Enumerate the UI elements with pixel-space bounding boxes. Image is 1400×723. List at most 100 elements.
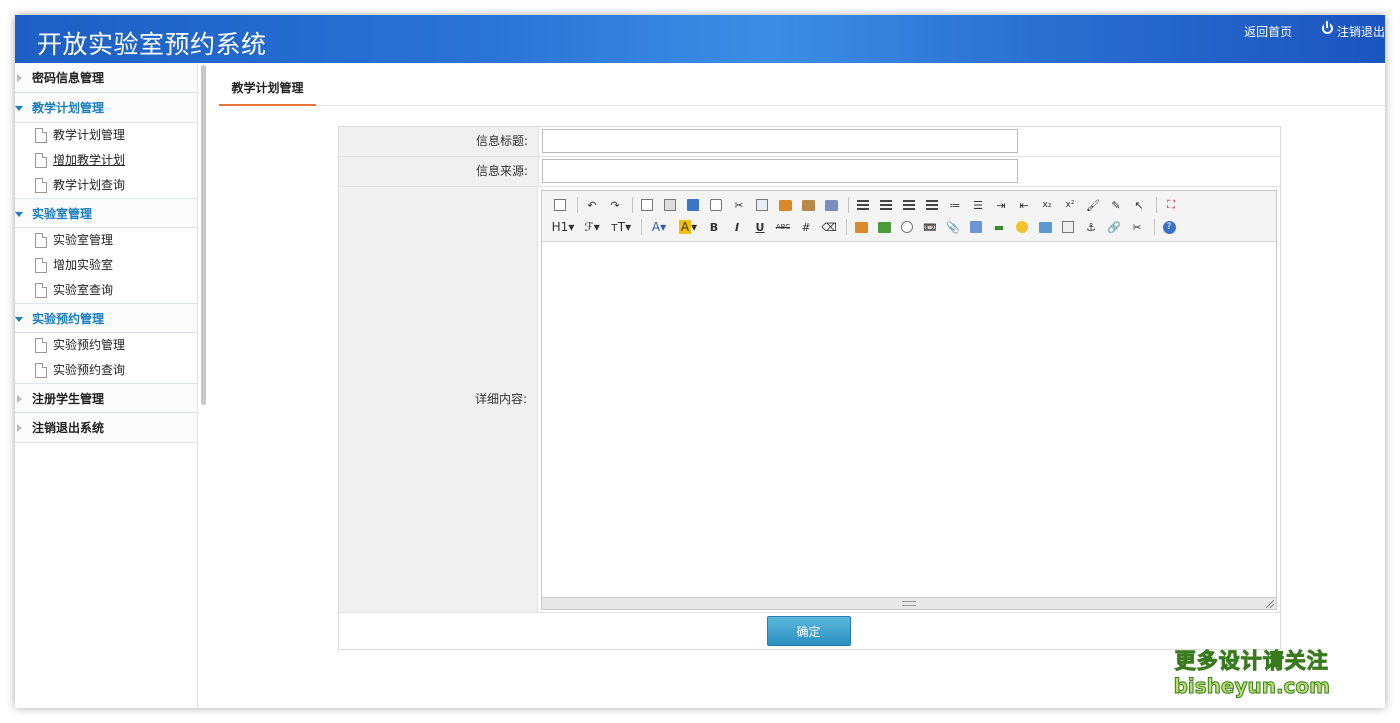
group-label: 教学计划管理 bbox=[32, 101, 105, 115]
clear-format-icon[interactable]: 🖌 bbox=[1083, 196, 1103, 214]
document-icon bbox=[35, 338, 47, 353]
sidebar-group-teaching-plan[interactable]: 教学计划管理 bbox=[15, 93, 197, 123]
font-color-button[interactable]: A ▾ bbox=[646, 218, 672, 236]
font-family-label: ℱ bbox=[584, 220, 594, 234]
expanded-arrow-icon bbox=[15, 106, 23, 111]
page-break-icon[interactable] bbox=[1058, 218, 1078, 236]
cut-icon[interactable]: ✂ bbox=[729, 196, 749, 214]
paste-word-icon[interactable] bbox=[821, 196, 841, 214]
form-row-source: 信息来源: bbox=[339, 157, 1280, 187]
paste-text-icon[interactable] bbox=[798, 196, 818, 214]
align-right-icon[interactable] bbox=[899, 196, 919, 214]
sidebar-group-lab[interactable]: 实验室管理 bbox=[15, 198, 197, 228]
app-window: 开放实验室预约系统 返回首页 注销退出 密码信息管理 教学计划管理 教学计划管理… bbox=[15, 15, 1385, 708]
justify-icon[interactable] bbox=[922, 196, 942, 214]
document-icon bbox=[35, 363, 47, 378]
ordered-list-icon[interactable]: ≔ bbox=[945, 196, 965, 214]
item-label: 实验室管理 bbox=[53, 233, 114, 247]
horizontal-rule-icon[interactable]: ▬ bbox=[989, 218, 1009, 236]
expanded-arrow-icon bbox=[15, 212, 23, 217]
sidebar-group-reservation[interactable]: 实验预约管理 bbox=[15, 303, 197, 333]
source-code-icon[interactable] bbox=[550, 196, 570, 214]
print-icon[interactable] bbox=[660, 196, 680, 214]
unlink-icon[interactable]: ✂ bbox=[1127, 218, 1147, 236]
attachment-icon[interactable]: 📎 bbox=[943, 218, 963, 236]
title-input[interactable] bbox=[542, 129, 1018, 153]
header-links: 返回首页 注销退出 bbox=[1244, 21, 1385, 40]
sidebar-item-reservation-query[interactable]: 实验预约查询 bbox=[15, 358, 197, 383]
top-header: 开放实验室预约系统 返回首页 注销退出 bbox=[15, 15, 1385, 63]
editor-toolbar: ↶ ↷ ✂ ≔ ☰ ⇥ ⇤ x₂ x² 🖌 ✎ ↖ ⛶ H1 ▾ ℱ ▾ тT … bbox=[542, 191, 1276, 242]
source-label: 信息来源: bbox=[339, 157, 539, 186]
app-title: 开放实验室预约系统 bbox=[37, 30, 267, 59]
sidebar-item-lab-manage[interactable]: 实验室管理 bbox=[15, 228, 197, 253]
media-icon[interactable]: 📼 bbox=[920, 218, 940, 236]
sidebar-item-add-teaching-plan[interactable]: 增加教学计划 bbox=[15, 148, 197, 173]
underline-button[interactable]: U bbox=[750, 218, 770, 236]
special-char-icon[interactable] bbox=[1035, 218, 1055, 236]
sidebar-item-reservation-manage[interactable]: 实验预约管理 bbox=[15, 333, 197, 358]
anchor-icon[interactable]: ⚓ bbox=[1081, 218, 1101, 236]
sidebar-item-add-lab[interactable]: 增加实验室 bbox=[15, 253, 197, 278]
font-size-label: тT bbox=[610, 220, 626, 234]
drag-grip-icon[interactable] bbox=[902, 601, 916, 606]
plan-form: 信息标题: 信息来源: 详细内容: ↶ ↷ ✂ ≔ ☰ ⇥ ⇤ x₂ x² 🖌 … bbox=[338, 126, 1281, 650]
emoticon-icon[interactable] bbox=[1012, 218, 1032, 236]
help-icon[interactable]: ? bbox=[1159, 218, 1179, 236]
watermark: 更多设计请关注 bisheyun.com bbox=[1173, 648, 1330, 699]
eraser-icon[interactable]: ⌫ bbox=[819, 218, 839, 236]
strikethrough-button[interactable]: ABC bbox=[773, 218, 793, 236]
toolbar-separator bbox=[632, 197, 633, 213]
align-left-icon[interactable] bbox=[853, 196, 873, 214]
indent-icon[interactable]: ⇥ bbox=[991, 196, 1011, 214]
subscript-icon[interactable]: x₂ bbox=[1037, 196, 1057, 214]
undo-icon[interactable]: ↶ bbox=[582, 196, 602, 214]
image-icon[interactable] bbox=[851, 218, 871, 236]
submit-button[interactable]: 确定 bbox=[766, 616, 851, 646]
sidebar-group-logout[interactable]: 注销退出系统 bbox=[15, 413, 197, 443]
link-icon[interactable]: 🔗 bbox=[1104, 218, 1124, 236]
heading-dropdown[interactable]: H1 ▾ bbox=[550, 218, 576, 236]
sidebar-scrollbar[interactable] bbox=[201, 65, 206, 405]
logout-link[interactable]: 注销退出 bbox=[1337, 23, 1385, 40]
font-size-dropdown[interactable]: тT ▾ bbox=[608, 218, 634, 236]
bold-button[interactable]: B bbox=[704, 218, 724, 236]
line-height-icon[interactable]: # bbox=[796, 218, 816, 236]
table-icon[interactable] bbox=[966, 218, 986, 236]
paste-icon[interactable] bbox=[775, 196, 795, 214]
sidebar-group-password[interactable]: 密码信息管理 bbox=[15, 63, 197, 93]
superscript-icon[interactable]: x² bbox=[1060, 196, 1080, 214]
toolbar-separator bbox=[1156, 197, 1157, 213]
outdent-icon[interactable]: ⇤ bbox=[1014, 196, 1034, 214]
item-label: 实验预约查询 bbox=[53, 363, 126, 377]
italic-button[interactable]: I bbox=[727, 218, 747, 236]
redo-icon[interactable]: ↷ bbox=[605, 196, 625, 214]
source-input[interactable] bbox=[542, 159, 1018, 183]
copy-icon[interactable] bbox=[752, 196, 772, 214]
tab-teaching-plan[interactable]: 教学计划管理 bbox=[219, 63, 316, 106]
sidebar-item-teaching-plan-query[interactable]: 教学计划查询 bbox=[15, 173, 197, 198]
align-center-icon[interactable] bbox=[876, 196, 896, 214]
group-label: 密码信息管理 bbox=[32, 71, 105, 85]
toolbar-separator bbox=[1154, 219, 1155, 235]
template-icon[interactable] bbox=[683, 196, 703, 214]
select-all-icon[interactable]: ↖ bbox=[1129, 196, 1149, 214]
fullscreen-icon[interactable]: ⛶ bbox=[1161, 196, 1181, 214]
editor-content-area[interactable] bbox=[542, 242, 1276, 597]
sidebar-group-students[interactable]: 注册学生管理 bbox=[15, 383, 197, 413]
flash-icon[interactable] bbox=[897, 218, 917, 236]
unordered-list-icon[interactable]: ☰ bbox=[968, 196, 988, 214]
font-family-dropdown[interactable]: ℱ ▾ bbox=[579, 218, 605, 236]
bg-color-button[interactable]: A ▾ bbox=[675, 218, 701, 236]
sidebar-item-lab-query[interactable]: 实验室查询 bbox=[15, 278, 197, 303]
resize-handle-icon[interactable] bbox=[1266, 600, 1274, 608]
code-icon[interactable] bbox=[706, 196, 726, 214]
home-link[interactable]: 返回首页 bbox=[1244, 23, 1292, 40]
group-label: 实验室管理 bbox=[32, 207, 93, 221]
group-label: 实验预约管理 bbox=[32, 312, 105, 326]
preview-icon[interactable] bbox=[637, 196, 657, 214]
multi-image-icon[interactable] bbox=[874, 218, 894, 236]
main-content: 教学计划管理 信息标题: 信息来源: 详细内容: ↶ ↷ ✂ ≔ ☰ ⇥ ⇤ x… bbox=[211, 63, 1385, 708]
sidebar-item-teaching-plan-manage[interactable]: 教学计划管理 bbox=[15, 123, 197, 148]
quick-format-icon[interactable]: ✎ bbox=[1106, 196, 1126, 214]
